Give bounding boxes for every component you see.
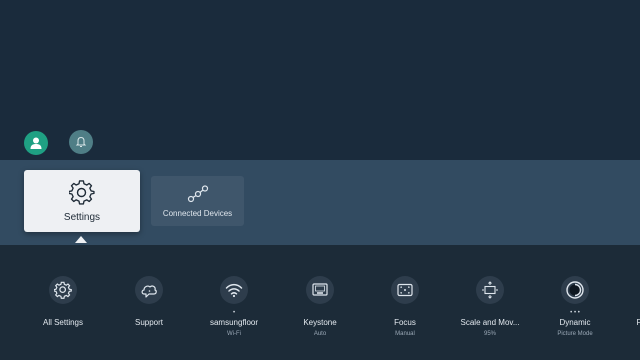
qs-indicator: • • •	[570, 310, 580, 316]
bell-icon	[75, 136, 87, 147]
quick-wifi[interactable]: • samsungfloor Wi-Fi	[191, 276, 277, 337]
gear-icon	[69, 180, 95, 205]
qs-sublabel: Picture Mode	[557, 331, 593, 337]
person-icon	[30, 137, 42, 149]
selection-pointer	[75, 236, 87, 243]
qs-indicator: •	[232, 310, 236, 316]
share-nodes-icon	[187, 185, 209, 203]
all-settings-icon-wrap	[49, 276, 77, 304]
qs-indicator	[447, 310, 533, 316]
qs-sublabel: 95%	[483, 331, 496, 337]
qs-sublabel: Auto	[313, 331, 327, 337]
picture-mode-icon-wrap	[561, 276, 589, 304]
scale-move-icon	[482, 281, 498, 299]
quick-all-settings[interactable]: All Settings	[20, 276, 106, 327]
qs-sublabel: Wi-Fi	[227, 331, 241, 337]
quick-scale-move[interactable]: Scale and Mov... 95%	[447, 276, 533, 337]
quick-next-partial[interactable]: F	[596, 276, 640, 327]
connected-devices-label: Connected Devices	[162, 209, 233, 218]
keystone-icon	[312, 283, 328, 296]
focus-icon-wrap	[391, 276, 419, 304]
notification-button[interactable]	[69, 130, 93, 154]
qs-indicator	[20, 310, 106, 316]
top-area	[0, 0, 640, 160]
profile-avatar[interactable]	[24, 131, 48, 155]
qs-sublabel: Manual	[395, 331, 415, 337]
wifi-icon	[225, 283, 243, 298]
qs-indicator	[106, 310, 192, 316]
qs-indicator	[362, 310, 448, 316]
qs-label: samsungfloor	[209, 318, 259, 327]
scale-move-icon-wrap	[476, 276, 504, 304]
quick-keystone[interactable]: Keystone Auto	[277, 276, 363, 337]
qs-label: F	[636, 318, 640, 327]
qs-label: All Settings	[42, 318, 84, 327]
wifi-icon-wrap	[220, 276, 248, 304]
focus-icon	[397, 283, 413, 297]
settings-tile[interactable]: Settings	[24, 170, 140, 232]
qs-label: Scale and Mov...	[460, 318, 520, 327]
qs-indicator	[277, 310, 363, 316]
connected-devices-tile[interactable]: Connected Devices	[151, 176, 244, 226]
gear-icon	[54, 281, 72, 299]
qs-label: Support	[134, 318, 164, 327]
qs-label: Focus	[394, 318, 416, 327]
quick-focus[interactable]: Focus Manual	[362, 276, 448, 337]
chat-cloud-icon	[141, 285, 157, 298]
qs-label: Keystone	[303, 318, 337, 327]
keystone-icon-wrap	[306, 276, 334, 304]
quick-support[interactable]: Support	[106, 276, 192, 327]
picture-mode-icon	[566, 281, 584, 299]
support-icon-wrap	[135, 276, 163, 304]
settings-tile-label: Settings	[63, 212, 101, 223]
